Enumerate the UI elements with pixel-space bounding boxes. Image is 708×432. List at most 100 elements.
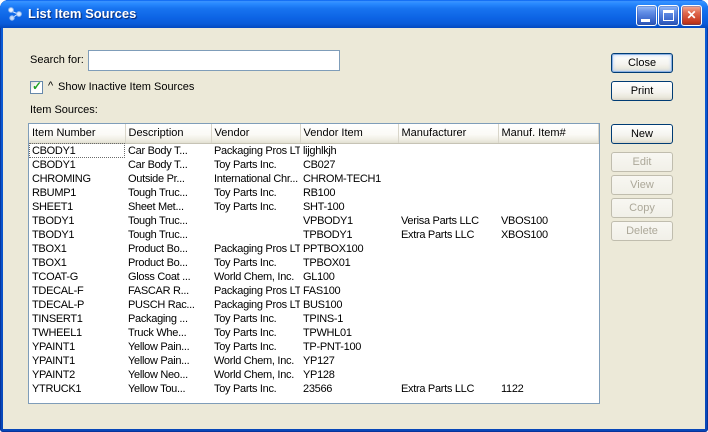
- table-cell: PUSCH Rac...: [128, 298, 195, 311]
- table-cell: [498, 340, 599, 354]
- table-cell: [498, 186, 599, 200]
- table-row[interactable]: YPAINT1 Yellow Pain... World Chem, Inc. YP1…: [29, 354, 599, 368]
- table-row[interactable]: TBODY1 Tough Truc... TPBODY1 Extra Parts LL…: [29, 228, 599, 242]
- table-cell: [398, 354, 498, 368]
- minimize-button[interactable]: [636, 5, 657, 26]
- column-header-description[interactable]: Description: [125, 124, 212, 144]
- table-cell: RBUMP1: [32, 186, 77, 199]
- table-row[interactable]: TBOX1 Product Bo... Toy Parts Inc. TPBOX01: [29, 256, 599, 270]
- maximize-button[interactable]: [658, 5, 679, 26]
- table-cell: SHEET1: [32, 200, 73, 213]
- table-cell: YPAINT1: [32, 354, 75, 367]
- item-sources-label: Item Sources:: [30, 104, 98, 116]
- table-cell: Extra Parts LLC: [401, 228, 475, 241]
- table-cell: SHT-100: [303, 200, 345, 213]
- table-cell: Packaging Pros LTD: [214, 284, 300, 297]
- table-cell: TBODY1: [32, 214, 75, 227]
- table-row[interactable]: CBODY1 Car Body T... Packaging Pros LTD lij…: [29, 143, 599, 158]
- search-input[interactable]: [88, 50, 340, 71]
- table-row[interactable]: CHROMING Outside Pr... International Chr..…: [29, 172, 599, 186]
- column-header-manuf-item[interactable]: Manuf. Item#: [498, 124, 599, 144]
- table-cell: [398, 312, 498, 326]
- table-cell: TBODY1: [32, 228, 75, 241]
- print-button[interactable]: Print: [611, 81, 673, 101]
- table-row[interactable]: TDECAL-P PUSCH Rac... Packaging Pros LTD BU…: [29, 298, 599, 312]
- table-cell: Toy Parts Inc.: [214, 312, 277, 325]
- table-cell: Yellow Neo...: [128, 368, 188, 381]
- table-cell: Yellow Pain...: [128, 354, 190, 367]
- table-cell: TPBODY1: [303, 228, 353, 241]
- table-row[interactable]: SHEET1 Sheet Met... Toy Parts Inc. SHT-100: [29, 200, 599, 214]
- column-header-vendor-item[interactable]: Vendor Item: [300, 124, 399, 144]
- minimize-icon: [641, 19, 650, 22]
- table-cell: CHROMING: [32, 172, 91, 185]
- copy-button[interactable]: Copy: [611, 198, 673, 218]
- table-cell: Tough Truc...: [128, 186, 188, 199]
- table-cell: [398, 256, 498, 270]
- column-header-vendor[interactable]: Vendor: [211, 124, 301, 144]
- table-cell: [498, 256, 599, 270]
- column-header-item-number[interactable]: Item Number: [29, 124, 126, 144]
- edit-button[interactable]: Edit: [611, 152, 673, 172]
- table-row[interactable]: YPAINT2 Yellow Neo... World Chem, Inc. YP12…: [29, 368, 599, 382]
- table-row[interactable]: TBODY1 Tough Truc... VPBODY1 Verisa Parts L…: [29, 214, 599, 228]
- table-row[interactable]: YTRUCK1 Yellow Tou... Toy Parts Inc. 23566 E…: [29, 382, 599, 396]
- close-icon: ✕: [686, 8, 697, 22]
- table-cell: Toy Parts Inc.: [214, 256, 277, 269]
- table-cell: CB027: [303, 158, 336, 171]
- table-row[interactable]: RBUMP1 Tough Truc... Toy Parts Inc. RB100: [29, 186, 599, 200]
- table-cell: [398, 158, 498, 172]
- table-row[interactable]: TINSERT1 Packaging ... Toy Parts Inc. TPINS…: [29, 312, 599, 326]
- list-item-sources-window: List Item Sources ✕ Search for: Close Pr…: [0, 0, 708, 432]
- table-cell: [498, 284, 599, 298]
- table-row[interactable]: TWHEEL1 Truck Whe... Toy Parts Inc. TPWHL01: [29, 326, 599, 340]
- table-row[interactable]: TDECAL-F FASCAR R... Packaging Pros LTD FAS…: [29, 284, 599, 298]
- close-window-button[interactable]: ✕: [681, 5, 702, 26]
- table-cell: Packaging ...: [128, 312, 188, 325]
- table-cell: TINSERT1: [32, 312, 83, 325]
- table-cell: [398, 368, 498, 382]
- table-cell: PPTBOX100: [303, 242, 364, 255]
- titlebar: List Item Sources ✕: [0, 0, 708, 28]
- table-cell: Truck Whe...: [128, 326, 187, 339]
- table-cell: [398, 340, 498, 354]
- table-cell: Toy Parts Inc.: [214, 382, 277, 395]
- table-cell: lijghlkjh: [303, 144, 337, 157]
- table-cell: [498, 270, 599, 284]
- table-cell: World Chem, Inc.: [214, 354, 294, 367]
- show-inactive-label[interactable]: Show Inactive Item Sources: [58, 81, 194, 93]
- table-cell: TPINS-1: [303, 312, 344, 325]
- table-cell: TWHEEL1: [32, 326, 82, 339]
- table-cell: Packaging Pros LTD: [214, 298, 300, 311]
- delete-button[interactable]: Delete: [611, 221, 673, 241]
- table-cell: XBOS100: [501, 228, 548, 241]
- table-cell: TPBOX01: [303, 256, 351, 269]
- table-cell: Toy Parts Inc.: [214, 200, 277, 213]
- view-button[interactable]: View: [611, 175, 673, 195]
- table-row[interactable]: YPAINT1 Yellow Pain... Toy Parts Inc. TP-PN…: [29, 340, 599, 354]
- new-button[interactable]: New: [611, 124, 673, 144]
- table-cell: [398, 242, 498, 256]
- table-cell: [498, 298, 599, 312]
- table-cell: YPAINT2: [32, 368, 75, 381]
- table-cell: TP-PNT-100: [303, 340, 362, 353]
- table-row[interactable]: TBOX1 Product Bo... Packaging Pros LTD PPTB…: [29, 242, 599, 256]
- column-header-manufacturer[interactable]: Manufacturer: [398, 124, 499, 144]
- table-cell: CBODY1: [29, 143, 125, 158]
- table-cell: [498, 172, 599, 186]
- table-row[interactable]: TCOAT-G Gloss Coat ... World Chem, Inc. GL1…: [29, 270, 599, 284]
- table-cell: Extra Parts LLC: [401, 382, 475, 395]
- close-button[interactable]: Close: [611, 53, 673, 73]
- show-inactive-checkbox[interactable]: [30, 79, 43, 94]
- table-cell: FASCAR R...: [128, 284, 189, 297]
- table-cell: TDECAL-P: [32, 298, 84, 311]
- table-cell: [211, 228, 300, 242]
- table-cell: TPWHL01: [303, 326, 352, 339]
- table-cell: YTRUCK1: [32, 382, 82, 395]
- table-cell: Toy Parts Inc.: [214, 158, 277, 171]
- table-cell: Gloss Coat ...: [128, 270, 191, 283]
- table-row[interactable]: CBODY1 Car Body T... Toy Parts Inc. CB027: [29, 158, 599, 172]
- table-cell: World Chem, Inc.: [214, 368, 294, 381]
- table-cell: TDECAL-F: [32, 284, 84, 297]
- table-cell: TBOX1: [32, 242, 67, 255]
